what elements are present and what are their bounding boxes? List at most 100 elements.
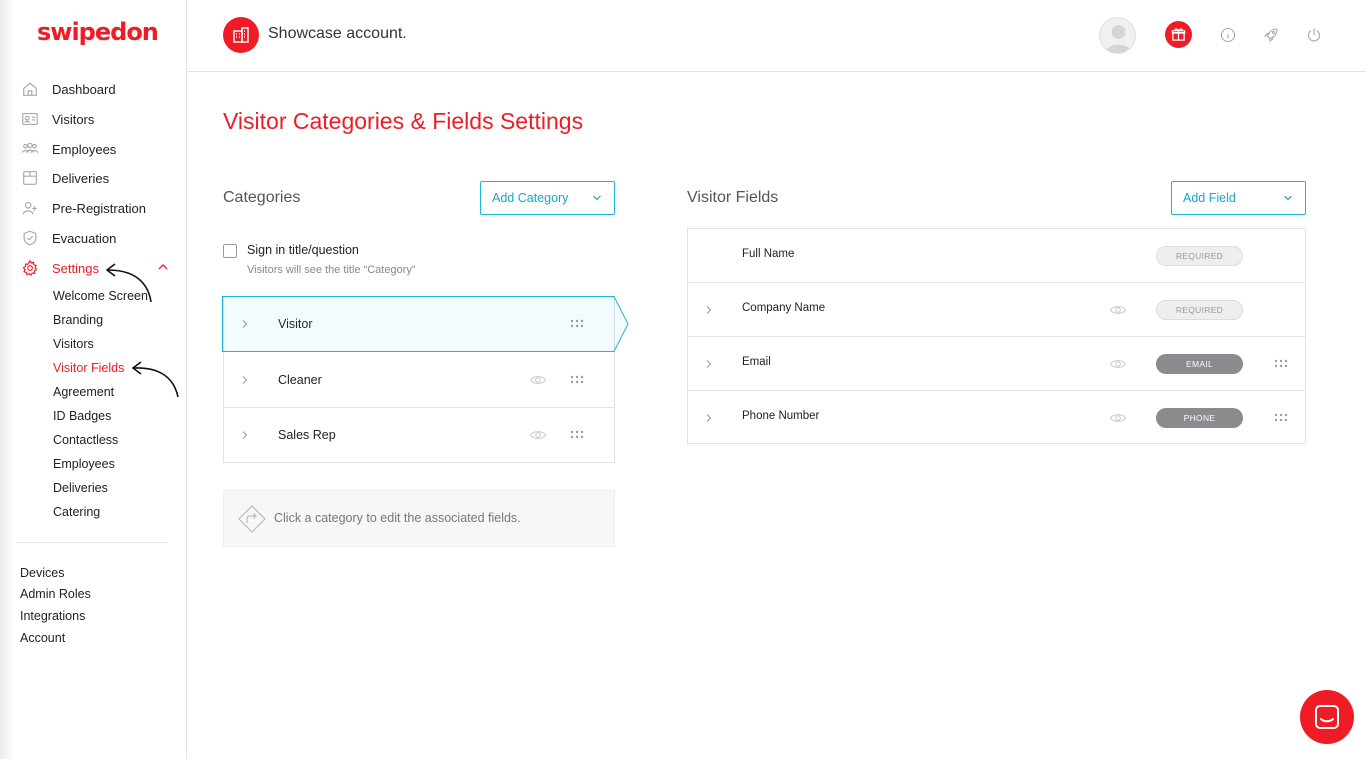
sidebar-item-devices[interactable]: Devices: [20, 566, 64, 580]
user-plus-icon: [20, 199, 40, 217]
sidebar-item-label: Evacuation: [52, 230, 117, 246]
field-name: Phone Number: [742, 410, 820, 422]
drag-handle-icon[interactable]: [570, 374, 584, 386]
category-name: Cleaner: [278, 373, 322, 387]
sign-in-title-hint: Visitors will see the title “Category”: [247, 264, 416, 276]
eye-icon[interactable]: [529, 427, 547, 443]
required-badge: REQUIRED: [1156, 300, 1243, 320]
drag-handle-icon[interactable]: [570, 429, 584, 441]
sidebar-item-pre-registration[interactable]: Pre-Registration: [20, 197, 146, 219]
sidebar: swipedon Dashboard Visitors Employees De…: [0, 0, 187, 759]
building-icon[interactable]: [223, 17, 259, 53]
chevron-right-icon[interactable]: [704, 359, 714, 369]
page-title: Visitor Categories & Fields Settings: [223, 108, 584, 134]
settings-sub-visitor-fields[interactable]: Visitor Fields: [53, 361, 124, 375]
top-header: Showcase account.: [187, 0, 1366, 72]
chevron-down-icon: [1284, 195, 1292, 201]
category-name: Visitor: [278, 317, 313, 331]
eye-icon[interactable]: [529, 372, 547, 388]
settings-sub-visitors[interactable]: Visitors: [53, 337, 94, 351]
email-type-badge: EMAIL: [1156, 354, 1243, 374]
power-icon[interactable]: [1305, 26, 1323, 44]
settings-sub-id-badges[interactable]: ID Badges: [53, 409, 111, 423]
field-name: Company Name: [742, 302, 826, 314]
swipedon-logo[interactable]: swipedon: [37, 18, 159, 46]
visitor-fields-title: Visitor Fields: [687, 189, 779, 206]
sidebar-item-label: Deliveries: [52, 170, 110, 186]
eye-icon[interactable]: [1109, 302, 1127, 318]
settings-sub-agreement[interactable]: Agreement: [53, 385, 114, 399]
box-icon: [20, 169, 40, 187]
sidebar-item-label: Pre-Registration: [52, 200, 146, 216]
field-row-company-name: Company Name REQUIRED: [688, 283, 1305, 337]
category-list: Visitor Cleaner Sales Rep: [223, 296, 615, 463]
chevron-right-icon[interactable]: [704, 413, 714, 423]
avatar[interactable]: [1099, 17, 1136, 54]
add-category-label: Add Category: [492, 191, 569, 205]
category-row-sales-rep[interactable]: Sales Rep: [224, 408, 614, 463]
category-hint-box: Click a category to edit the associated …: [223, 490, 615, 547]
sign-in-title-checkbox[interactable]: [223, 244, 237, 258]
category-name: Sales Rep: [278, 428, 336, 442]
id-card-icon: [20, 110, 40, 128]
shield-icon: [20, 229, 40, 247]
chat-launcher-button[interactable]: [1300, 690, 1354, 744]
sidebar-item-label: Visitors: [52, 111, 95, 127]
home-icon: [20, 80, 40, 98]
sidebar-item-employees[interactable]: Employees: [20, 138, 116, 160]
chevron-right-icon[interactable]: [240, 430, 250, 440]
sidebar-item-deliveries[interactable]: Deliveries: [20, 167, 109, 189]
sidebar-divider: [17, 542, 168, 543]
sidebar-item-visitors[interactable]: Visitors: [20, 108, 94, 130]
chevron-right-icon[interactable]: [704, 305, 714, 315]
direction-sign-icon: [238, 505, 266, 533]
sidebar-item-evacuation[interactable]: Evacuation: [20, 227, 116, 249]
gear-icon: [20, 259, 40, 277]
account-name: Showcase account.: [268, 25, 407, 42]
chevron-right-icon[interactable]: [240, 319, 250, 329]
field-name: Full Name: [742, 248, 795, 260]
category-row-visitor[interactable]: Visitor: [224, 297, 614, 352]
required-badge: REQUIRED: [1156, 246, 1243, 266]
visitor-field-list: Full Name REQUIRED Company Name REQUIRED…: [687, 228, 1306, 444]
sidebar-item-account[interactable]: Account: [20, 631, 65, 645]
sidebar-item-dashboard[interactable]: Dashboard: [20, 78, 116, 100]
field-name: Email: [742, 356, 771, 368]
category-row-cleaner[interactable]: Cleaner: [224, 353, 614, 408]
sidebar-item-label: Settings: [52, 260, 99, 276]
add-field-button[interactable]: Add Field: [1171, 181, 1306, 215]
sidebar-item-integrations[interactable]: Integrations: [20, 609, 85, 623]
phone-type-badge: PHONE: [1156, 408, 1243, 428]
gift-icon[interactable]: [1165, 21, 1192, 48]
chevron-right-icon[interactable]: [240, 375, 250, 385]
settings-sub-employees[interactable]: Employees: [53, 457, 115, 471]
chat-icon: [1315, 705, 1339, 729]
drag-handle-icon[interactable]: [570, 318, 584, 330]
category-hint-text: Click a category to edit the associated …: [274, 511, 521, 525]
add-field-label: Add Field: [1183, 191, 1236, 205]
settings-sub-branding[interactable]: Branding: [53, 313, 103, 327]
rocket-icon[interactable]: [1262, 26, 1280, 44]
eye-icon[interactable]: [1109, 356, 1127, 372]
settings-sub-catering[interactable]: Catering: [53, 505, 100, 519]
settings-sub-contactless[interactable]: Contactless: [53, 433, 118, 447]
annotation-arrow-icon: [131, 361, 179, 398]
categories-title: Categories: [223, 189, 301, 206]
sign-in-title-label: Sign in title/question: [247, 243, 359, 257]
field-row-full-name: Full Name REQUIRED: [688, 229, 1305, 283]
sidebar-item-label: Employees: [52, 141, 117, 157]
chevron-down-icon: [593, 195, 601, 201]
field-row-phone-number: Phone Number PHONE: [688, 391, 1305, 445]
settings-sub-deliveries[interactable]: Deliveries: [53, 481, 108, 495]
add-category-button[interactable]: Add Category: [480, 181, 615, 215]
info-icon[interactable]: [1219, 26, 1237, 44]
drag-handle-icon[interactable]: [1274, 412, 1288, 424]
field-row-email: Email EMAIL: [688, 337, 1305, 391]
annotation-arrow-icon: [105, 263, 152, 303]
sidebar-item-settings[interactable]: Settings: [20, 257, 99, 279]
sidebar-item-admin-roles[interactable]: Admin Roles: [20, 587, 91, 601]
eye-icon[interactable]: [1109, 410, 1127, 426]
drag-handle-icon[interactable]: [1274, 358, 1288, 370]
people-icon: [20, 140, 40, 158]
sidebar-item-label: Dashboard: [52, 81, 116, 97]
